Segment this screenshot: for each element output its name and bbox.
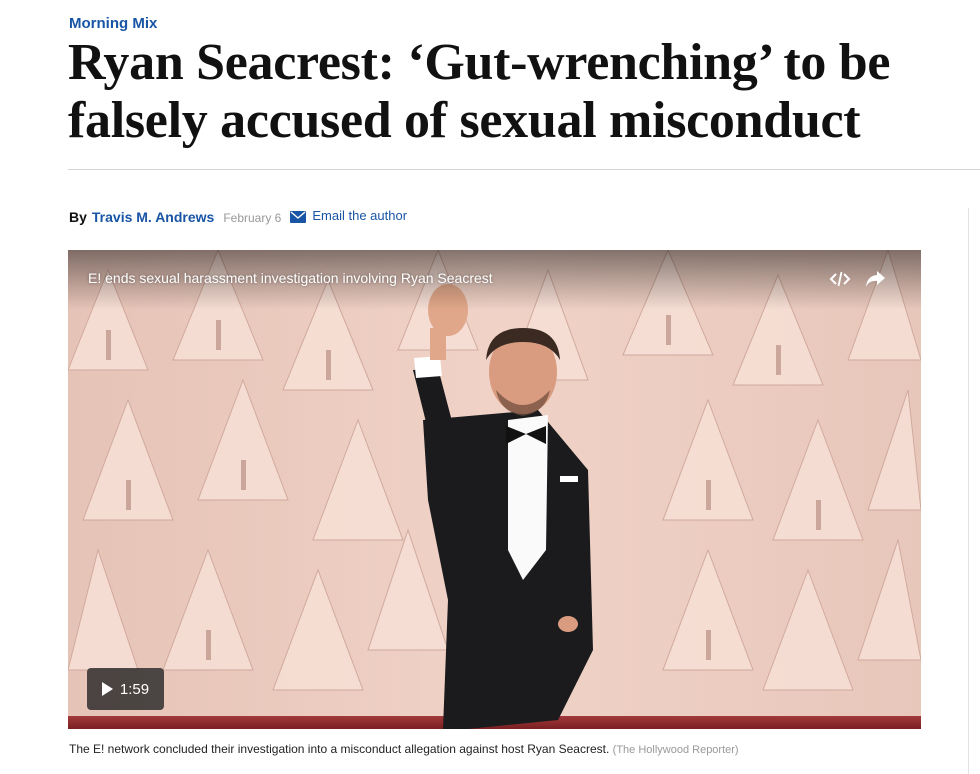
play-button[interactable]: 1:59 [87, 668, 164, 710]
byline-prefix: By [69, 208, 87, 225]
video-player[interactable]: E! ends sexual harassment investigation … [68, 250, 921, 729]
publish-date: February 6 [223, 210, 282, 225]
sidebar-divider [968, 208, 969, 774]
envelope-icon [290, 210, 307, 223]
section-kicker-link[interactable]: Morning Mix [69, 15, 157, 32]
email-author-link[interactable]: Email the author [290, 208, 407, 223]
byline: By Travis M. Andrews February 6 Email th… [69, 208, 407, 225]
video-title: E! ends sexual harassment investigation … [88, 270, 493, 286]
play-icon [101, 682, 113, 696]
email-author-label: Email the author [312, 208, 408, 223]
share-arrow-icon[interactable] [864, 268, 886, 290]
caption-credit: (The Hollywood Reporter) [612, 744, 739, 756]
video-caption: The E! network concluded their investiga… [69, 742, 739, 756]
embed-code-icon[interactable] [829, 268, 851, 290]
video-duration: 1:59 [119, 680, 150, 698]
article-headline: Ryan Seacrest: ‘Gut-wrenching’ to be fal… [68, 34, 891, 149]
video-thumbnail-image [68, 250, 921, 729]
caption-text: The E! network concluded their investiga… [69, 742, 610, 756]
headline-divider [68, 169, 980, 170]
author-link[interactable]: Travis M. Andrews [92, 209, 214, 225]
